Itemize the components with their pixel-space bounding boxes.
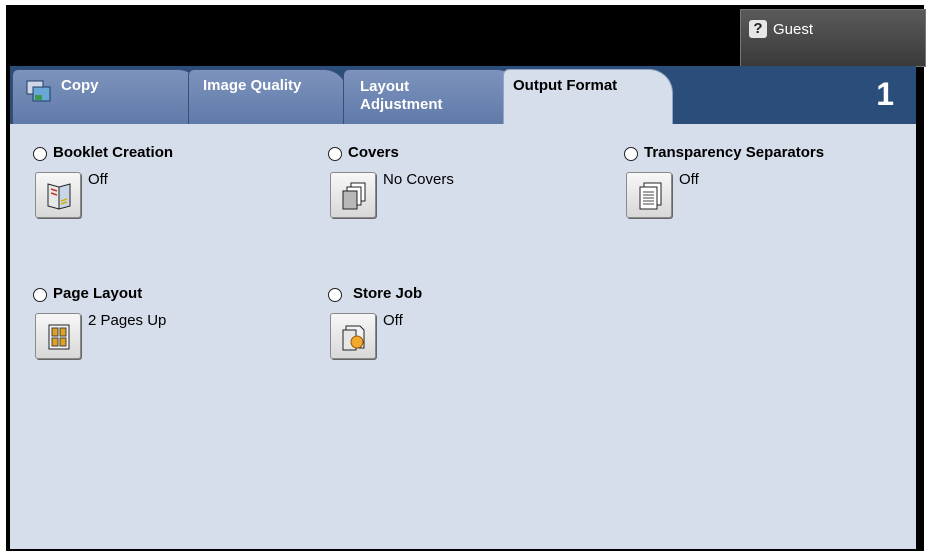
store-job-option: Store Job Off — [328, 285, 588, 365]
guest-user-button[interactable]: ? Guest — [740, 9, 926, 67]
covers-icon — [342, 182, 366, 210]
booklet-creation-value: Off — [88, 171, 108, 188]
covers-button[interactable] — [330, 172, 376, 218]
store-job-radio[interactable] — [328, 288, 342, 302]
transparency-separators-radio[interactable] — [624, 147, 638, 161]
tab-page-number: 1 — [876, 76, 894, 112]
help-icon: ? — [749, 20, 767, 38]
tab-copy[interactable]: Copy — [12, 69, 202, 126]
tab-copy-label: Copy — [61, 77, 99, 94]
tab-image-quality-label: Image Quality — [203, 77, 302, 94]
guest-label: Guest — [773, 21, 814, 38]
tab-image-quality[interactable]: Image Quality — [188, 69, 348, 126]
copy-icon — [26, 80, 52, 106]
covers-value: No Covers — [383, 171, 454, 188]
transparency-separators-button[interactable] — [626, 172, 672, 218]
booklet-creation-button[interactable] — [35, 172, 81, 218]
page-layout-button[interactable] — [35, 313, 81, 359]
tab-output-format-label: Output Format — [513, 77, 618, 94]
page-layout-value: 2 Pages Up — [88, 312, 167, 329]
transparency-separators-value: Off — [679, 171, 699, 188]
store-job-icon — [342, 325, 365, 351]
booklet-creation-option: Booklet Creation Off — [33, 144, 293, 224]
covers-radio[interactable] — [328, 147, 342, 161]
tab-layout-adjustment[interactable]: Layout Adjustment — [343, 69, 521, 126]
booklet-icon — [47, 183, 71, 210]
page-layout-radio[interactable] — [33, 288, 47, 302]
page-layout-icon — [48, 324, 70, 350]
page-layout-title: Page Layout — [53, 285, 143, 302]
transparency-separators-option: Transparency Separators Off — [624, 144, 904, 224]
store-job-title: Store Job — [353, 285, 423, 302]
store-job-value: Off — [383, 312, 403, 329]
covers-option: Covers No Covers — [328, 144, 588, 224]
output-format-panel: Booklet Creation Off Covers No Covers Tr… — [10, 124, 916, 549]
tab-output-format[interactable]: Output Format — [503, 69, 673, 127]
page-layout-option: Page Layout 2 Pages Up — [33, 285, 293, 365]
tab-layout-adjustment-label: Layout Adjustment — [360, 78, 443, 113]
covers-title: Covers — [348, 144, 399, 161]
booklet-creation-radio[interactable] — [33, 147, 47, 161]
transparency-separators-title: Transparency Separators — [644, 144, 825, 161]
booklet-creation-title: Booklet Creation — [53, 144, 174, 161]
transparency-icon — [639, 182, 662, 210]
store-job-button[interactable] — [330, 313, 376, 359]
tab-bar: Copy Image Quality Layout Adjustment Out… — [10, 66, 916, 127]
